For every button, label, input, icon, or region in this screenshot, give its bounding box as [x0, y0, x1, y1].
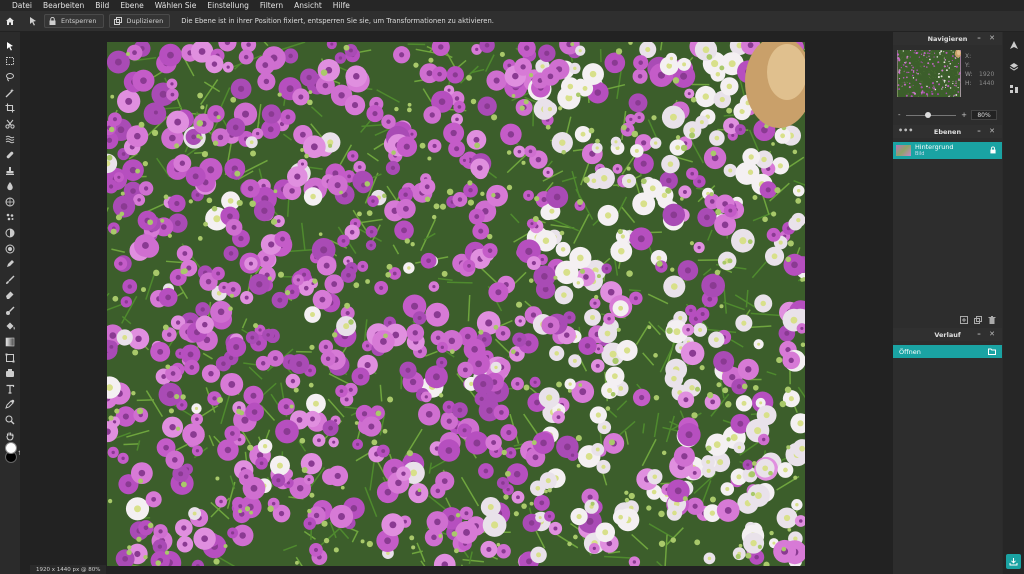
eraser-icon[interactable] [0, 288, 20, 304]
healing-brush-icon[interactable] [0, 147, 20, 163]
duplicate-icon [113, 17, 122, 25]
navigator-thumbnail-image [897, 50, 961, 97]
move-arrow-icon[interactable] [22, 11, 44, 32]
dodge-icon[interactable] [0, 225, 20, 241]
history-header: Verlauf – ✕ [893, 328, 1002, 341]
zoom-tool-icon[interactable] [0, 412, 20, 428]
text-tool-icon[interactable] [0, 381, 20, 397]
layer-name: Hintergrund [915, 143, 954, 151]
panel-controls-icon[interactable]: – ✕ [977, 127, 998, 135]
home-icon[interactable] [0, 11, 20, 32]
eyedropper-icon[interactable] [0, 397, 20, 413]
panel-controls-icon[interactable]: – ✕ [977, 34, 998, 42]
menu-bar: Datei Bearbeiten Bild Ebene Wählen Sie E… [0, 0, 1024, 11]
layers-title: Ebenen [933, 127, 962, 136]
brush-tool-icon[interactable] [0, 272, 20, 288]
blur-tool-icon[interactable] [0, 178, 20, 194]
navigator-thumbnail[interactable] [897, 50, 961, 97]
history-title: Verlauf [934, 330, 961, 339]
zoom-value-field[interactable]: 80% [971, 110, 997, 120]
duplicate-label: Duplizieren [126, 17, 164, 25]
navigator-header: Navigieren – ✕ [893, 32, 1002, 45]
cut-tool-icon[interactable] [0, 116, 20, 132]
image-canvas[interactable] [107, 42, 805, 566]
add-layer-icon[interactable] [960, 316, 968, 324]
history-item-label: Öffnen [899, 347, 921, 356]
menu-image[interactable]: Bild [95, 1, 109, 10]
gradient-icon[interactable] [0, 334, 20, 350]
sponge-icon[interactable] [0, 194, 20, 210]
navigator-title: Navigieren [927, 34, 968, 43]
y-label: Y: [965, 62, 970, 69]
workspace: 1920 x 1440 px @ 80% [20, 32, 892, 574]
photo-editor-app: Datei Bearbeiten Bild Ebene Wählen Sie E… [0, 0, 1024, 574]
options-bar: Entsperren Duplizieren Die Ebene ist in … [0, 11, 1024, 32]
panel-controls-icon[interactable]: – ✕ [977, 330, 998, 338]
foreground-color-swatch[interactable] [5, 442, 17, 454]
status-bar: 1920 x 1440 px @ 80% [30, 565, 107, 574]
zoom-slider-handle[interactable] [924, 111, 931, 118]
menu-select[interactable]: Wählen Sie [155, 1, 197, 10]
layers-panel-icon[interactable] [1003, 58, 1024, 76]
flower-photo [107, 42, 805, 566]
history-panel-icon[interactable] [1003, 80, 1024, 98]
navigator-panel-icon[interactable] [1003, 36, 1024, 54]
menu-filter[interactable]: Filtern [260, 1, 283, 10]
zoom-out-button[interactable]: - [898, 111, 901, 119]
folder-icon [988, 348, 996, 355]
h-value: 1440 [979, 80, 995, 87]
lock-icon[interactable] [990, 146, 996, 154]
zoom-slider[interactable] [905, 111, 957, 118]
shape-tool-icon[interactable] [0, 350, 20, 366]
delete-layer-icon[interactable] [988, 316, 996, 324]
move-tool-icon[interactable] [0, 38, 20, 54]
layer-type: Bild [915, 151, 925, 157]
lasso-tool-icon[interactable] [0, 69, 20, 85]
stamp-tool-icon[interactable] [0, 365, 20, 381]
layers-menu-icon[interactable]: ••• [898, 126, 913, 135]
clone-stamp-icon[interactable] [0, 163, 20, 179]
zoom-in-button[interactable]: + [961, 111, 967, 119]
menu-adjust[interactable]: Einstellung [207, 1, 248, 10]
fill-bucket-icon[interactable] [0, 319, 20, 335]
x-label: X: [965, 53, 972, 60]
burn-icon[interactable] [0, 241, 20, 257]
menu-help[interactable]: Hilfe [333, 1, 350, 10]
history-item[interactable]: Öffnen [893, 345, 1002, 358]
export-button[interactable] [1006, 554, 1021, 569]
panel-toggle-strip [1003, 32, 1024, 574]
h-label: H: [965, 80, 972, 87]
unlock-button[interactable]: Entsperren [44, 14, 104, 28]
menu-edit[interactable]: Bearbeiten [43, 1, 84, 10]
liquify-icon[interactable] [0, 132, 20, 148]
crop-tool-icon[interactable] [0, 100, 20, 116]
navigator-body: X: Y: W: 1920 H: 1440 [893, 45, 1002, 109]
layer-actions [960, 316, 996, 324]
right-panels: Navigieren – ✕ X: Y: W: 1920 H: 1440 - + 8… [892, 32, 1002, 574]
magic-wand-icon[interactable] [0, 85, 20, 101]
marquee-tool-icon[interactable] [0, 54, 20, 70]
unlock-label: Entsperren [61, 17, 97, 25]
w-value: 1920 [979, 71, 995, 78]
duplicate-layer-icon[interactable] [974, 316, 982, 324]
duplicate-button[interactable]: Duplizieren [108, 14, 171, 28]
download-icon [1009, 558, 1018, 566]
lock-info-text: Die Ebene ist in ihrer Position fixiert,… [181, 17, 494, 25]
menu-view[interactable]: Ansicht [294, 1, 322, 10]
sharpen-icon[interactable] [0, 210, 20, 226]
lock-icon [49, 17, 56, 25]
menu-layer[interactable]: Ebene [120, 1, 143, 10]
tools-panel: ⇅ [0, 32, 23, 574]
layers-body: Hintergrund Bild [893, 138, 1002, 328]
zoom-row: - + 80% [893, 109, 1002, 121]
navigator-info: X: Y: W: 1920 H: 1440 [965, 52, 994, 88]
pen-tool-icon[interactable] [0, 256, 20, 272]
menu-file[interactable]: Datei [12, 1, 32, 10]
layer-row[interactable]: Hintergrund Bild [893, 142, 1002, 159]
color-replace-icon[interactable] [0, 303, 20, 319]
layers-header: ••• Ebenen – ✕ [893, 125, 1002, 138]
w-label: W: [965, 71, 973, 78]
layer-thumbnail [896, 145, 911, 156]
